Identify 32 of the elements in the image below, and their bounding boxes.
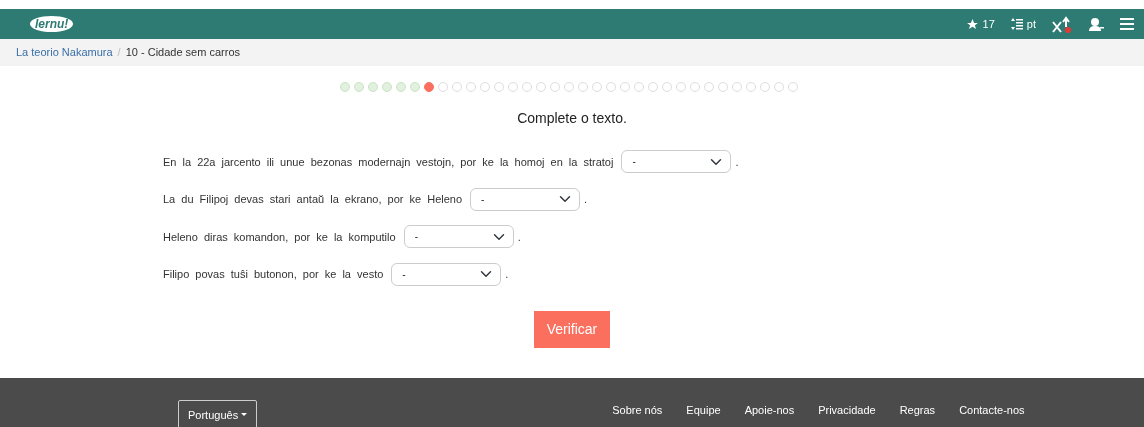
language-link[interactable]: pt — [1010, 15, 1036, 33]
footer-link[interactable]: Regras — [899, 402, 936, 427]
logo[interactable]: lernu! — [30, 16, 74, 32]
list-icon — [1010, 18, 1023, 30]
question-text: Filipo povas tuŝi butonon, por ke la vesto — [163, 267, 384, 282]
footer-link[interactable]: Apoie-nos — [744, 402, 795, 427]
question-text: En la 22a jarcento ili unue bezonas modernajn vestojn, por ke la homoj en la stratoj — [163, 154, 614, 170]
breadcrumb-link[interactable]: La teorio Nakamura — [16, 44, 113, 61]
stars-link[interactable]: 17 — [965, 15, 995, 33]
question-text: Heleno diras komandon, por ke la komputilo — [163, 229, 396, 245]
breadcrumb-separator: / — [117, 45, 121, 61]
answer-dropdown[interactable]: - — [470, 187, 581, 211]
footer-link[interactable]: Sobre nós — [612, 402, 663, 427]
answer-dropdown[interactable]: - — [621, 150, 732, 174]
footer-link[interactable]: Contacte-nos — [959, 402, 1025, 427]
question-text: La du Filipoj devas stari antaŭ la ekrano, por ke Heleno — [163, 192, 463, 207]
period-text: . — [517, 229, 521, 245]
answer-dropdown[interactable]: - — [391, 262, 502, 286]
footer-link[interactable]: Equipe — [686, 402, 721, 427]
answer-dropdown[interactable]: - — [403, 225, 514, 249]
period-text: . — [505, 267, 509, 282]
breadcrumb-current: 10 - Cidade sem carros — [125, 45, 240, 61]
language-dropdown[interactable]: Português — [178, 400, 258, 427]
footer-link[interactable]: Privacidade — [818, 402, 876, 427]
user-icon[interactable] — [1088, 16, 1104, 32]
exercise-icon[interactable] — [1052, 15, 1072, 33]
exercise-title: Complete o texto. — [516, 109, 628, 128]
period-text: . — [735, 154, 739, 170]
menu-icon[interactable] — [1120, 18, 1134, 30]
star-icon — [965, 17, 979, 31]
progress-dot[interactable] — [424, 82, 434, 92]
period-text: . — [584, 192, 588, 207]
